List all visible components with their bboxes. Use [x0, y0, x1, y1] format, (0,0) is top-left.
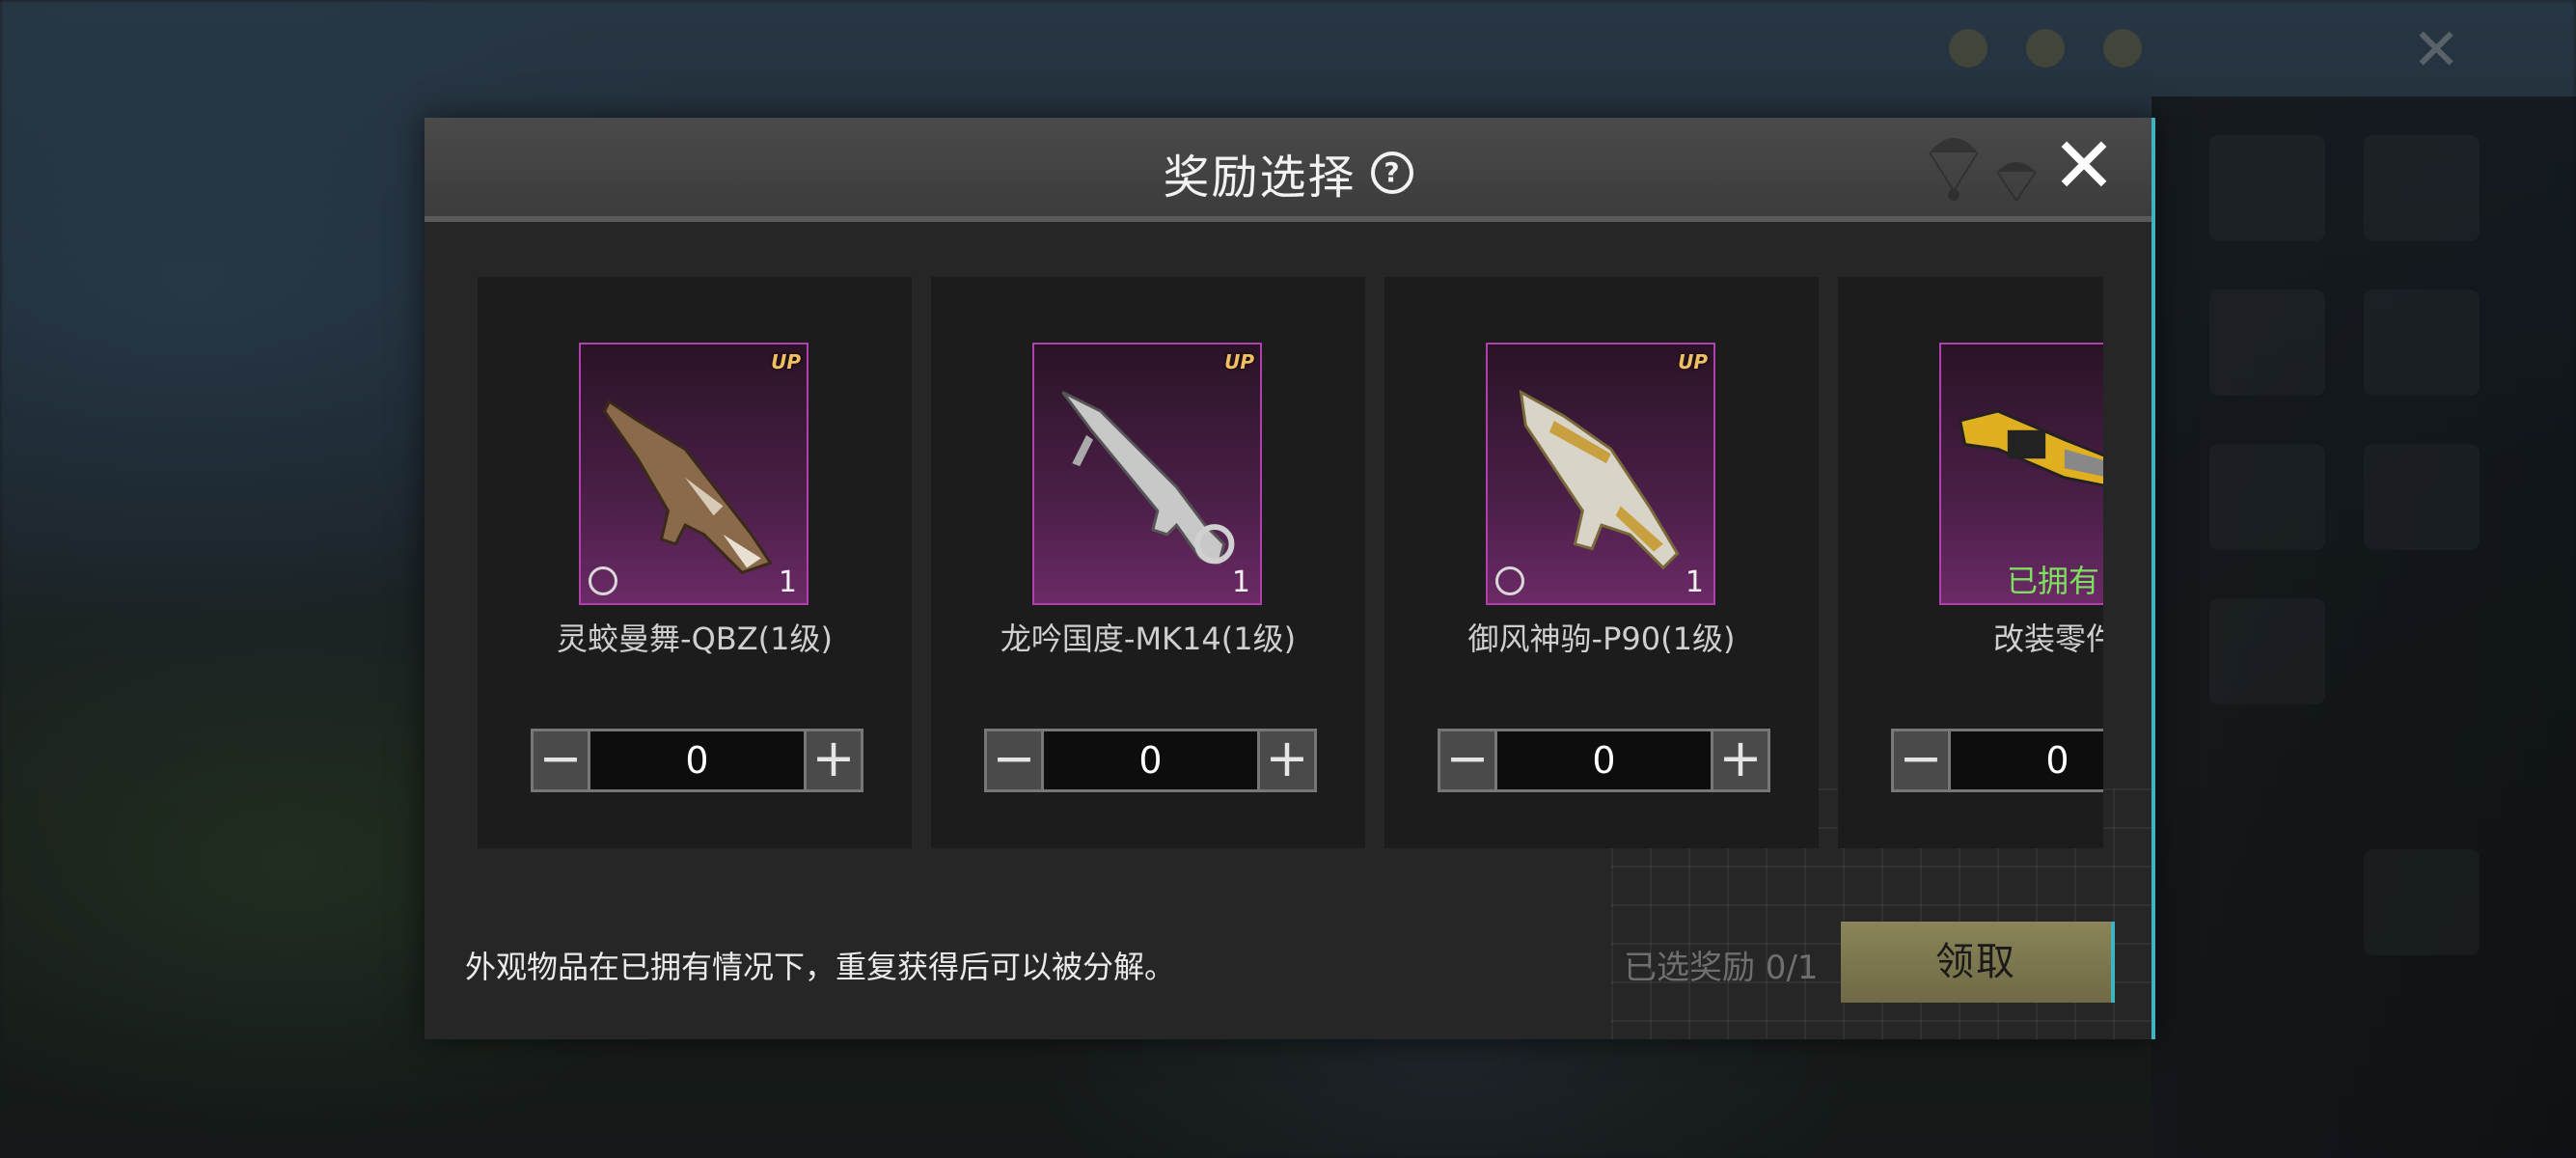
parachute-decoration-icon	[1929, 138, 2037, 202]
increase-button[interactable]: +	[804, 729, 863, 792]
reward-thumbnail[interactable]: 已拥有	[1939, 343, 2103, 605]
upgrade-badge: UP	[1224, 350, 1254, 373]
selected-count: 已选奖励 0/1	[1624, 949, 1819, 987]
increase-button[interactable]: +	[1711, 729, 1770, 792]
claim-button[interactable]: 领取	[1841, 922, 2115, 1003]
upgrade-badge: UP	[1678, 350, 1708, 373]
reward-thumbnail[interactable]: UP 1	[1486, 343, 1715, 605]
quantity-value: 0	[1951, 729, 2103, 792]
dialog-title: 奖励选择	[1163, 151, 1357, 205]
reward-select-dialog: 奖励选择 ? ✕ UP 1 灵蛟曼舞-QBZ(1级) − 0 + UP 1 龙吟…	[425, 118, 2155, 1039]
quantity-stepper: − 0 +	[1438, 729, 1770, 792]
increase-button[interactable]: +	[1257, 729, 1317, 792]
rifle-skin-icon	[602, 400, 773, 574]
reward-card[interactable]: UP 1 龙吟国度-MK14(1级) − 0 +	[931, 277, 1365, 848]
progress-ring-icon	[1495, 566, 1524, 595]
item-count: 1	[1685, 565, 1704, 599]
reward-name: 御风神驹-P90(1级)	[1467, 620, 1736, 657]
item-count: 1	[778, 565, 797, 599]
quantity-value: 0	[1497, 729, 1711, 792]
reward-thumbnail[interactable]: UP 1	[579, 343, 808, 605]
quantity-stepper: − 0 +	[984, 729, 1317, 792]
quantity-stepper: − 0 +	[531, 729, 863, 792]
reward-card[interactable]: 已拥有 改装零件 − 0 +	[1838, 277, 2103, 848]
item-count: 1	[1231, 565, 1250, 599]
reward-list[interactable]: UP 1 灵蛟曼舞-QBZ(1级) − 0 + UP 1 龙吟国度-MK14(1…	[478, 277, 2103, 952]
decrease-button[interactable]: −	[984, 729, 1044, 792]
reward-name: 灵蛟曼舞-QBZ(1级)	[557, 620, 833, 657]
close-button[interactable]: ✕	[2045, 127, 2123, 205]
upgrade-badge: UP	[771, 350, 801, 373]
decrease-button[interactable]: −	[531, 729, 590, 792]
rifle-skin-icon	[1061, 391, 1235, 565]
smg-skin-icon	[1519, 389, 1680, 570]
help-icon[interactable]: ?	[1370, 152, 1413, 194]
reward-name: 改装零件	[1992, 620, 2103, 657]
progress-ring-icon	[589, 566, 617, 595]
reward-thumbnail[interactable]: UP 1	[1032, 343, 1262, 605]
reward-card[interactable]: UP 1 灵蛟曼舞-QBZ(1级) − 0 +	[478, 277, 912, 848]
owned-label: 已拥有	[2007, 563, 2100, 599]
reward-name: 龙吟国度-MK14(1级)	[1000, 620, 1297, 657]
reward-card[interactable]: UP 1 御风神驹-P90(1级) − 0 +	[1384, 277, 1819, 848]
quantity-value: 0	[1044, 729, 1257, 792]
quantity-stepper: − 0 +	[1891, 729, 2103, 792]
dialog-header: 奖励选择 ? ✕	[425, 118, 2151, 222]
title-row: 奖励选择 ?	[425, 139, 2151, 207]
decrease-button[interactable]: −	[1438, 729, 1497, 792]
decrease-button[interactable]: −	[1891, 729, 1951, 792]
quantity-value: 0	[590, 729, 804, 792]
footer-note: 外观物品在已拥有情况下，重复获得后可以被分解。	[465, 949, 1176, 985]
